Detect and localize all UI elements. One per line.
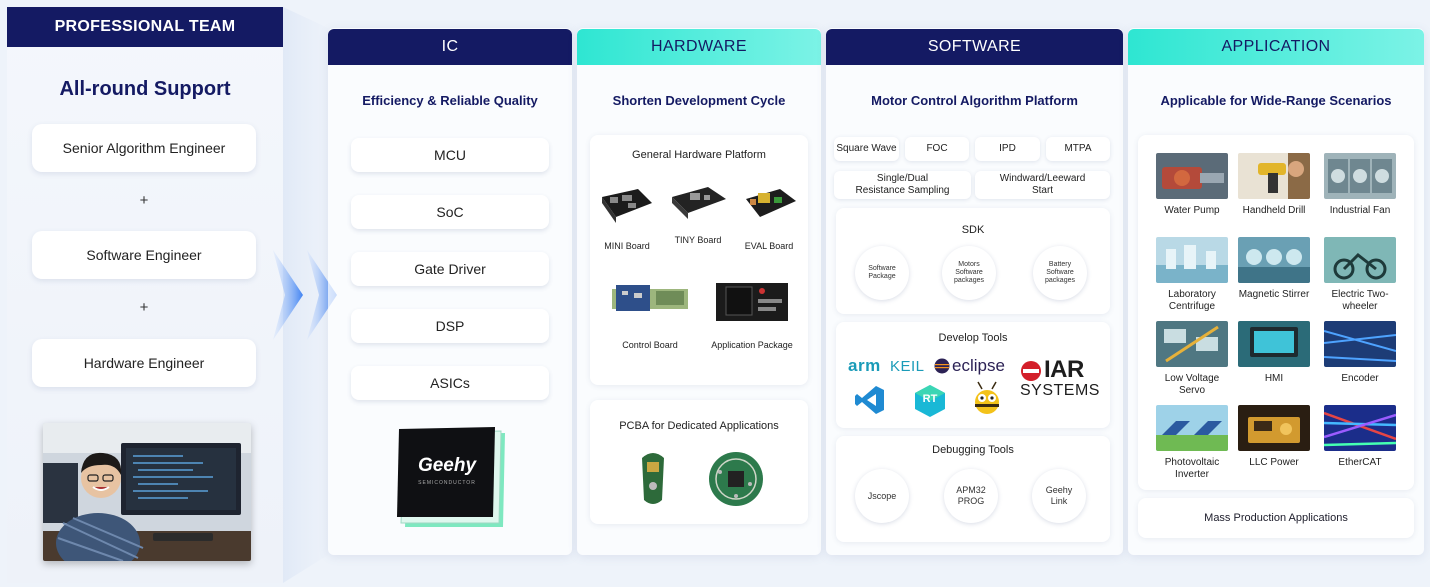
rt-thread-label: RT	[922, 393, 938, 405]
platform-title: General Hardware Platform	[632, 149, 766, 161]
plus-sign: +	[139, 192, 149, 209]
iar-logo: IAR	[1044, 356, 1084, 383]
debugging-tools-panel: Debugging Tools Jscope APM32 PROG Geehy …	[836, 436, 1110, 542]
geehy-chip: Geehy SEMICONDUCTOR	[395, 425, 507, 529]
hardware-subtitle: Shorten Development Cycle	[612, 93, 786, 108]
software-subtitle: Motor Control Algorithm Platform	[871, 93, 1078, 108]
board-label-eval: EVAL Board	[744, 241, 794, 251]
pcba-panel: PCBA for Dedicated Applications	[590, 400, 808, 524]
ic-subtitle: Efficiency & Reliable Quality	[362, 93, 538, 108]
pcba-title: PCBA for Dedicated Applications	[619, 420, 779, 432]
sdk-motors-software-packages: Motors Software packages	[942, 246, 996, 300]
app-label: HMI	[1264, 373, 1284, 384]
vscode-icon	[855, 386, 884, 414]
water-pump-image	[1156, 153, 1228, 199]
ethercat-image	[1324, 405, 1396, 451]
eval-board-image	[746, 189, 796, 217]
role-software-engineer: Software Engineer	[32, 231, 256, 279]
board-label-mini: MINI Board	[604, 241, 650, 251]
ic-item-asics: ASICs	[351, 366, 549, 400]
app-label: Electric Two-wheeler	[1331, 289, 1389, 312]
electric-two-wheeler-image	[1324, 237, 1396, 283]
pcba-board-1	[642, 453, 664, 504]
eclipse-logo: eclipse	[952, 356, 1005, 375]
tag-windward-leeward: Windward/Leeward Start	[975, 171, 1110, 199]
plus-sign: +	[139, 299, 149, 316]
app-label: Magnetic Stirrer	[1238, 289, 1310, 300]
llc-power-image	[1238, 405, 1310, 451]
mini-board-image	[602, 189, 652, 223]
handheld-drill-image	[1238, 153, 1310, 199]
iar-icon	[1021, 361, 1041, 381]
application-package-image	[716, 283, 788, 321]
hardware-platform-panel: General Hardware Platform MINI Board TIN…	[590, 135, 808, 385]
tag-square-wave: Square Wave	[834, 137, 899, 161]
ic-item-gate-driver: Gate Driver	[351, 252, 549, 286]
tag-foc: FOC	[905, 137, 969, 161]
app-label: Laboratory Centrifuge	[1168, 289, 1216, 312]
develop-tools-panel: Develop Tools arm KEIL eclipse IAR SYSTE…	[836, 322, 1110, 428]
industrial-fan-image	[1324, 153, 1396, 199]
board-label-control: Control Board	[622, 340, 678, 350]
engineer-photo	[43, 423, 251, 561]
bee-icon	[975, 381, 999, 414]
role-senior-algorithm-engineer: Senior Algorithm Engineer	[32, 124, 256, 172]
chip-subtext: SEMICONDUCTOR	[418, 480, 476, 486]
eclipse-icon	[934, 358, 950, 374]
applications-grid-panel: Water Pump Handheld Drill Industrial Fan…	[1138, 135, 1414, 490]
debug-geehy-link: Geehy Link	[1032, 469, 1086, 523]
ic-item-dsp: DSP	[351, 309, 549, 343]
tag-mtpa: MTPA	[1046, 137, 1110, 161]
role-hardware-engineer: Hardware Engineer	[32, 339, 256, 387]
team-title: All-round Support	[59, 78, 231, 100]
ic-item-soc: SoC	[351, 195, 549, 229]
debug-apm32-prog: APM32 PROG	[944, 469, 998, 523]
sdk-title: SDK	[961, 224, 985, 236]
app-label: EtherCAT	[1338, 457, 1382, 468]
board-label-application-package: Application Package	[711, 340, 793, 350]
sdk-panel: SDK Software Package Motors Software pac…	[836, 208, 1110, 314]
hardware-header: HARDWARE	[577, 29, 821, 65]
tag-ipd: IPD	[975, 137, 1040, 161]
develop-tools-title: Develop Tools	[938, 332, 1008, 344]
hmi-image	[1238, 321, 1310, 367]
software-header: SOFTWARE	[826, 29, 1123, 65]
magnetic-stirrer-image	[1238, 237, 1310, 283]
application-subtitle: Applicable for Wide-Range Scenarios	[1160, 93, 1392, 108]
debug-jscope: Jscope	[855, 469, 909, 523]
ic-header: IC	[328, 29, 572, 65]
app-label: Low Voltage Servo	[1164, 373, 1220, 396]
mass-production-panel: Mass Production Applications	[1138, 498, 1414, 538]
sdk-software-package: Software Package	[855, 246, 909, 300]
arm-logo: arm	[848, 356, 881, 375]
app-label: Handheld Drill	[1242, 205, 1306, 216]
ic-item-mcu: MCU	[351, 138, 549, 172]
application-header: APPLICATION	[1128, 29, 1424, 65]
chip-logo: Geehy	[417, 455, 477, 476]
iar-systems-logo: SYSTEMS	[1020, 382, 1100, 399]
pcba-board-2	[709, 452, 763, 506]
team-header: PROFESSIONAL TEAM	[7, 7, 283, 47]
app-label: LLC Power	[1249, 457, 1299, 468]
debugging-tools-title: Debugging Tools	[932, 444, 1014, 456]
laboratory-centrifuge-image	[1156, 237, 1228, 283]
low-voltage-servo-image	[1156, 321, 1228, 367]
tag-resistance-sampling: Single/Dual Resistance Sampling	[834, 171, 971, 199]
photovoltaic-inverter-image	[1156, 405, 1228, 451]
app-label: Industrial Fan	[1329, 205, 1391, 216]
board-label-tiny: TINY Board	[674, 235, 722, 245]
keil-logo: KEIL	[890, 358, 925, 375]
control-board-image	[612, 285, 688, 311]
encoder-image	[1324, 321, 1396, 367]
app-label: Encoder	[1341, 373, 1379, 384]
tiny-board-image	[672, 187, 726, 219]
app-label: Photovoltaic Inverter	[1164, 457, 1220, 480]
sdk-battery-software-packages: Battery Software packages	[1033, 246, 1087, 300]
app-label: Water Pump	[1164, 205, 1220, 216]
